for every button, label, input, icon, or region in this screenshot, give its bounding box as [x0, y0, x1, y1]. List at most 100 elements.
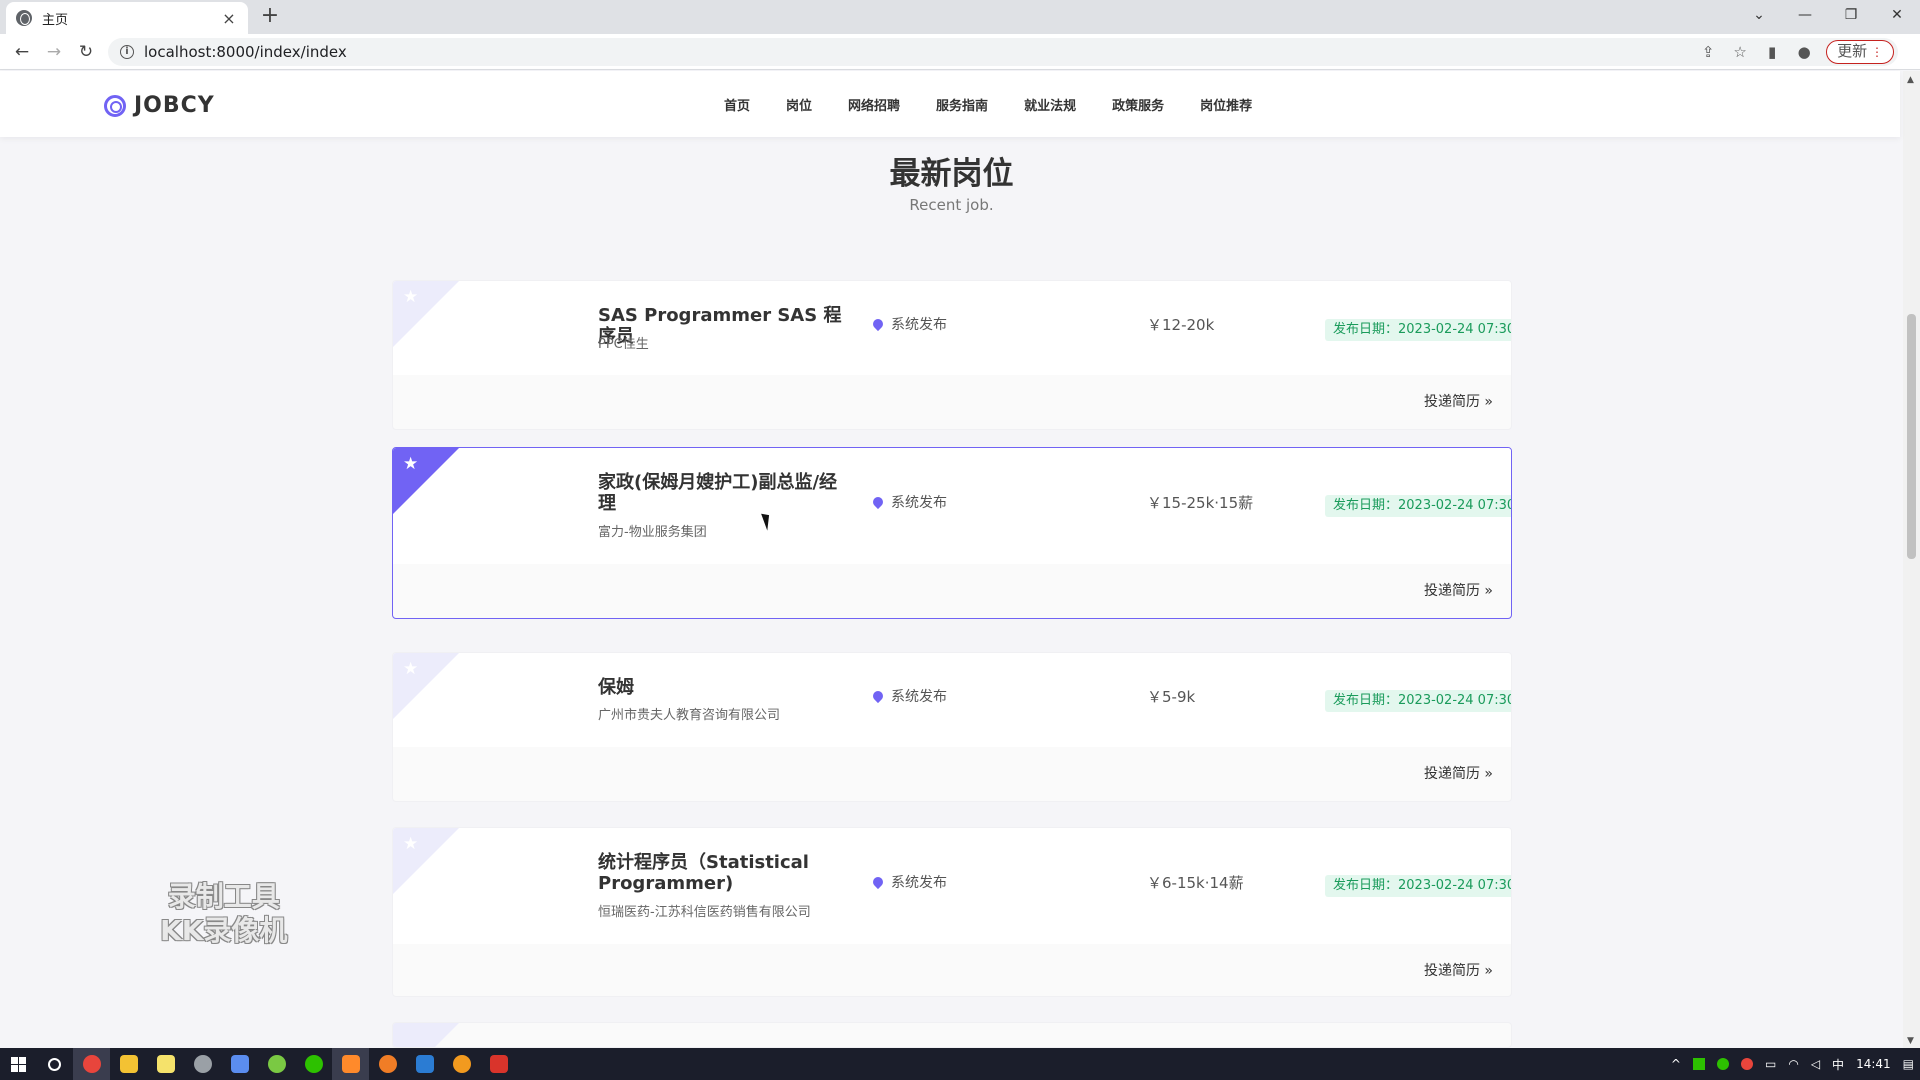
address-bar[interactable]: i localhost:8000/index/index ⇪ ☆ ▮ ● 更新 … — [108, 38, 1898, 66]
job-title[interactable]: 统计程序员（Statistical Programmer) — [598, 852, 848, 894]
paint-icon[interactable] — [221, 1048, 258, 1080]
ime-indicator[interactable]: 中 — [1832, 1056, 1844, 1073]
reload-button[interactable]: ↻ — [74, 40, 98, 64]
menu-item-service-guide[interactable]: 服务指南 — [936, 95, 988, 114]
job-location-text: 系统发布 — [891, 317, 947, 333]
apply-button[interactable]: 投递简历 » — [1424, 580, 1493, 600]
recorder-tray-icon[interactable] — [1740, 1058, 1753, 1070]
job-card[interactable]: ★ 家政(保姆月嫂护工)副总监/经理 富力-物业服务集团 系统发布 ￥15-25… — [392, 447, 1512, 619]
star-icon: ★ — [403, 454, 419, 474]
wifi-icon[interactable]: ◠ — [1788, 1057, 1798, 1071]
job-card[interactable]: ★ SAS Programmer SAS 程序员 PPC佳生 系统发布 ￥12-… — [392, 280, 1512, 430]
apply-button[interactable]: 投递简历 » — [1424, 391, 1493, 411]
battery-icon[interactable]: ▭ — [1765, 1057, 1776, 1071]
maximize-button[interactable]: ❐ — [1828, 0, 1874, 30]
file-explorer-icon[interactable] — [110, 1048, 147, 1080]
bookmark-star-icon[interactable]: ☆ — [1724, 43, 1756, 61]
scroll-thumb[interactable] — [1907, 314, 1916, 559]
section-title: 最新岗位 — [889, 156, 1014, 192]
recorder-watermark: 录制工具 KK录像机 — [160, 880, 287, 948]
site-header: JOBCY 首页 岗位 网络招聘 服务指南 就业法规 政策服务 岗位推荐 — [0, 71, 1900, 137]
minimize-button[interactable]: — — [1782, 0, 1828, 30]
search-icon[interactable] — [36, 1048, 73, 1080]
start-button[interactable] — [0, 1048, 36, 1080]
browser-tab-bar: 主页 × + ⌄ — ❐ ✕ — [0, 0, 1920, 34]
tray-expand-icon[interactable]: ^ — [1671, 1057, 1681, 1071]
star-icon: ★ — [403, 659, 419, 679]
job-company: PPC佳生 — [598, 337, 649, 352]
job-location: 系统发布 — [870, 872, 947, 892]
wechat-icon[interactable] — [295, 1048, 332, 1080]
job-date-badge: 发布日期：2023-02-24 07:30 — [1325, 875, 1511, 897]
location-pin-icon — [870, 494, 886, 510]
job-card[interactable]: ★ 保姆 广州市贵夫人教育咨询有限公司 系统发布 ￥5-9k 发布日期：2023… — [392, 652, 1512, 802]
menu-item-policy-service[interactable]: 政策服务 — [1112, 95, 1164, 114]
job-date-badge: 发布日期：2023-02-24 07:30 — [1325, 319, 1511, 341]
share-icon[interactable]: ⇪ — [1692, 43, 1724, 61]
job-salary: ￥6-15k·14薪 — [1147, 874, 1244, 892]
job-location: 系统发布 — [870, 686, 947, 706]
app-icon[interactable] — [258, 1048, 295, 1080]
info-icon[interactable]: i — [120, 45, 134, 59]
page-scrollbar[interactable]: ▲ ▼ — [1903, 71, 1920, 1048]
wps-icon[interactable] — [480, 1048, 517, 1080]
browser-tab[interactable]: 主页 × — [6, 2, 248, 34]
logo-icon — [104, 94, 126, 117]
update-label: 更新 — [1837, 42, 1868, 60]
location-pin-icon — [870, 316, 886, 332]
new-tab-button[interactable]: + — [258, 5, 282, 29]
location-pin-icon — [870, 688, 886, 704]
watermark-line-1: 录制工具 — [167, 880, 280, 913]
menu-item-jobs[interactable]: 岗位 — [786, 95, 812, 114]
update-button[interactable]: 更新 ⋮ — [1826, 40, 1894, 64]
job-company: 广州市贵夫人教育咨询有限公司 — [598, 708, 781, 723]
side-panel-icon[interactable]: ▮ — [1756, 43, 1788, 61]
tab-close-icon[interactable]: × — [220, 9, 238, 28]
job-card-main: ★ SAS Programmer SAS 程序员 PPC佳生 系统发布 ￥12-… — [393, 281, 1511, 375]
section-subtitle: Recent job. — [909, 196, 994, 214]
job-title[interactable]: 保姆 — [598, 677, 848, 698]
notepad-icon[interactable] — [147, 1048, 184, 1080]
notification-icon[interactable]: ▤ — [1903, 1057, 1914, 1071]
forward-button[interactable]: → — [42, 40, 66, 64]
recorder-icon[interactable] — [332, 1048, 369, 1080]
chrome-icon[interactable] — [73, 1048, 110, 1080]
job-salary: ￥12-20k — [1147, 316, 1215, 334]
scroll-down-icon[interactable]: ▼ — [1907, 1036, 1914, 1046]
menu-item-job-recommend[interactable]: 岗位推荐 — [1200, 95, 1252, 114]
job-card-main: ★ 家政(保姆月嫂护工)副总监/经理 富力-物业服务集团 系统发布 ￥15-25… — [393, 448, 1511, 564]
back-button[interactable]: ← — [10, 40, 34, 64]
scroll-up-icon[interactable]: ▲ — [1907, 75, 1914, 85]
tab-title: 主页 — [42, 12, 69, 28]
job-salary: ￥5-9k — [1147, 688, 1196, 706]
job-title[interactable]: 家政(保姆月嫂护工)副总监/经理 — [598, 472, 848, 514]
app-icon[interactable] — [369, 1048, 406, 1080]
windows-icon — [10, 1056, 26, 1072]
apply-button[interactable]: 投递简历 » — [1424, 763, 1493, 783]
job-card[interactable] — [392, 1022, 1512, 1048]
search-app-icon[interactable] — [443, 1048, 480, 1080]
close-window-button[interactable]: ✕ — [1874, 0, 1920, 30]
wechat-tray-icon[interactable] — [1716, 1058, 1729, 1070]
tray-app-icon[interactable] — [1692, 1058, 1705, 1070]
job-date-badge: 发布日期：2023-02-24 07:30 — [1325, 495, 1511, 517]
volume-icon[interactable]: ◁ — [1811, 1057, 1820, 1071]
job-location-text: 系统发布 — [891, 495, 947, 511]
job-card[interactable]: ★ 统计程序员（Statistical Programmer) 恒瑞医药-江苏科… — [392, 827, 1512, 997]
apply-button[interactable]: 投递简历 » — [1424, 960, 1493, 980]
job-location: 系统发布 — [870, 314, 947, 334]
watermark-line-2: KK录像机 — [160, 914, 288, 947]
job-date-badge: 发布日期：2023-02-24 07:30 — [1325, 690, 1511, 712]
profile-icon[interactable]: ● — [1788, 43, 1820, 61]
tab-search-icon[interactable]: ⌄ — [1736, 0, 1782, 30]
menu-item-online-recruit[interactable]: 网络招聘 — [848, 95, 900, 114]
job-location-text: 系统发布 — [891, 689, 947, 705]
system-tray: ^ ▭ ◠ ◁ 中 14:41 ▤ — [1665, 1048, 1920, 1080]
menu-item-employment-law[interactable]: 就业法规 — [1024, 95, 1076, 114]
url-text[interactable]: localhost:8000/index/index — [144, 43, 1692, 61]
menu-item-home[interactable]: 首页 — [724, 95, 750, 114]
clock[interactable]: 14:41 — [1856, 1057, 1891, 1071]
word-icon[interactable] — [406, 1048, 443, 1080]
settings-icon[interactable] — [184, 1048, 221, 1080]
site-logo[interactable]: JOBCY — [104, 93, 215, 118]
